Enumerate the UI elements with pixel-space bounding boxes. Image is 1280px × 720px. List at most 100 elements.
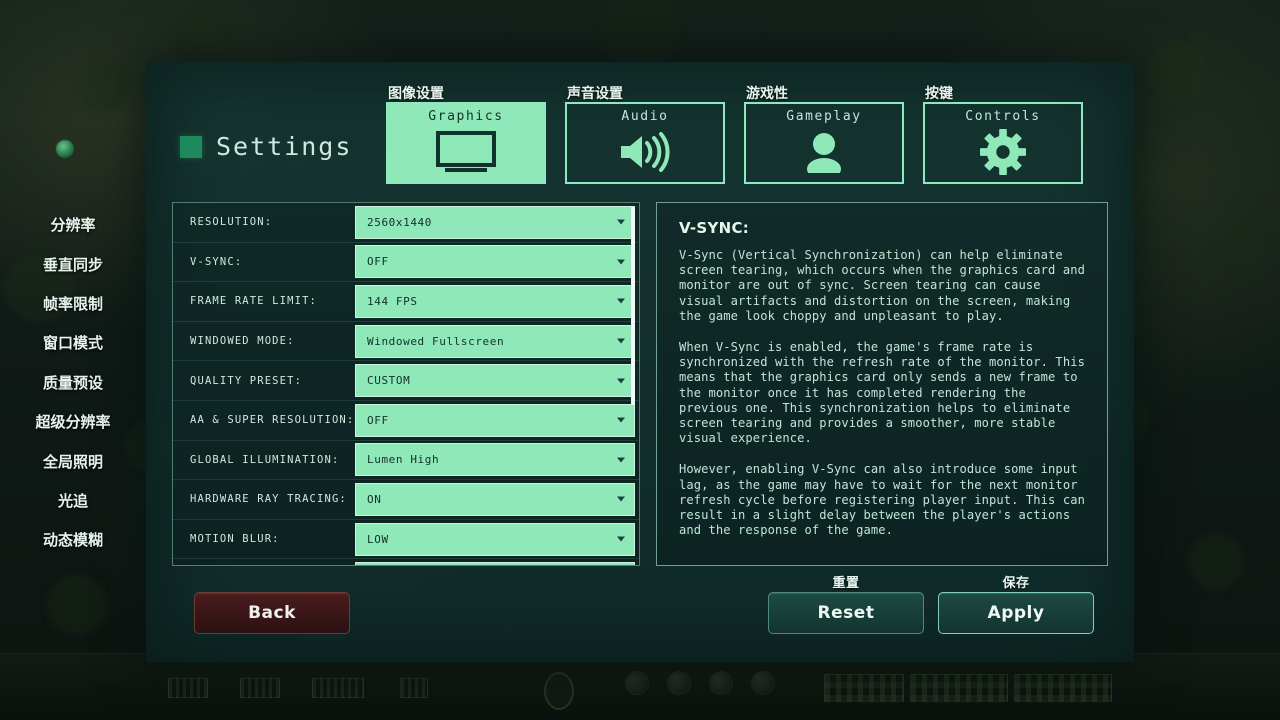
dropdown-frame-rate-limit[interactable]: 144 FPS (355, 284, 635, 318)
reset-button-label: Reset (817, 603, 875, 623)
chevron-down-icon (617, 457, 625, 463)
dropdown-aa-super-resolution[interactable]: OFF (355, 403, 635, 437)
dropdown-value: Lumen High (367, 453, 440, 467)
setting-row-aa-super-resolution[interactable]: AA & SUPER RESOLUTION: OFF (173, 401, 639, 441)
description-panel: V-SYNC: V-Sync (Vertical Synchronization… (656, 202, 1108, 566)
sidebar-cn-item: 窗口模式 (42, 334, 103, 353)
tab-controls[interactable]: 按键 Controls (923, 86, 1083, 184)
tab-audio[interactable]: 声音设置 Audio (565, 86, 725, 184)
setting-row-partial[interactable] (173, 559, 639, 565)
person-icon (801, 130, 847, 174)
square-icon (180, 135, 202, 158)
dropdown-value: 2560x1440 (367, 215, 433, 229)
page-title: Settings (180, 132, 352, 161)
dropdown-motion-blur[interactable]: LOW (355, 522, 635, 556)
dropdown-partial[interactable] (355, 562, 635, 565)
dropdown-value: ON (367, 492, 382, 506)
back-button-label: Back (248, 603, 296, 623)
description-paragraph: However, enabling V-Sync can also introd… (679, 462, 1085, 538)
vent-icon (400, 678, 428, 698)
sidebar-cn-item: 分辨率 (50, 216, 96, 235)
chevron-down-icon (617, 378, 625, 384)
dropdown-hardware-ray-tracing[interactable]: ON (355, 482, 635, 516)
dropdown-value: CUSTOM (367, 374, 411, 388)
dropdown-value: OFF (367, 413, 389, 427)
dropdown-value: 144 FPS (367, 294, 418, 308)
sidebar-cn-item: 光追 (57, 491, 88, 510)
chevron-down-icon (617, 496, 625, 502)
dropdown-windowed-mode[interactable]: Windowed Fullscreen (355, 324, 635, 358)
grill-icon (1014, 674, 1112, 702)
knob-icon (752, 672, 774, 694)
setting-label: V-SYNC: (190, 255, 243, 268)
speaker-icon (617, 130, 673, 174)
setting-row-frame-rate-limit[interactable]: FRAME RATE LIMIT: 144 FPS (173, 282, 639, 322)
sidebar-cn-labels: 分辨率 垂直同步 帧率限制 窗口模式 质量预设 超级分辨率 全局照明 光追 动态… (0, 205, 146, 560)
chevron-down-icon (617, 298, 625, 304)
description-paragraph: V-Sync (Vertical Synchronization) can he… (679, 248, 1085, 323)
sidebar-cn-item: 帧率限制 (42, 294, 103, 313)
setting-label: AA & SUPER RESOLUTION: (190, 414, 355, 427)
chevron-down-icon (617, 259, 625, 265)
background-machinery-strip (0, 653, 1280, 720)
settings-header: Settings 图像设置 Graphics 声音设置 Audio 游戏性 Ga… (146, 62, 1134, 194)
grill-icon (910, 674, 1008, 702)
dial-icon (544, 672, 574, 710)
tab-controls-cn: 按键 (925, 86, 953, 102)
grill-icon (824, 674, 904, 702)
setting-row-vsync[interactable]: V-SYNC: OFF (173, 243, 639, 283)
setting-label: WINDOWED MODE: (190, 335, 295, 348)
dropdown-value: LOW (367, 532, 389, 546)
chevron-down-icon (617, 219, 625, 225)
setting-row-motion-blur[interactable]: MOTION BLUR: LOW (173, 520, 639, 560)
setting-row-windowed-mode[interactable]: WINDOWED MODE: Windowed Fullscreen (173, 322, 639, 362)
tab-graphics-label: Graphics (428, 109, 504, 124)
tab-controls-label: Controls (965, 109, 1041, 124)
setting-label: MOTION BLUR: (190, 533, 280, 546)
tab-gameplay-label: Gameplay (786, 109, 862, 124)
tab-gameplay[interactable]: 游戏性 Gameplay (744, 86, 904, 184)
description-paragraph: When V-Sync is enabled, the game's frame… (679, 340, 1085, 446)
setting-row-global-illumination[interactable]: GLOBAL ILLUMINATION: Lumen High (173, 441, 639, 481)
knob-icon (668, 672, 690, 694)
sidebar-cn-item: 垂直同步 (42, 255, 103, 274)
chevron-down-icon (617, 417, 625, 423)
vent-icon (240, 678, 280, 698)
settings-list-panel: RESOLUTION: 2560x1440 V-SYNC: OFF FRAME … (172, 202, 640, 566)
apply-button-cn: 保存 (1002, 576, 1030, 591)
vent-icon (168, 678, 208, 698)
list-scrollbar[interactable] (631, 207, 635, 405)
dropdown-value: OFF (367, 255, 389, 269)
setting-row-resolution[interactable]: RESOLUTION: 2560x1440 (173, 203, 639, 243)
setting-label: GLOBAL ILLUMINATION: (190, 453, 340, 466)
reset-button[interactable]: 重置 Reset (768, 576, 924, 634)
setting-label: FRAME RATE LIMIT: (190, 295, 318, 308)
chevron-down-icon (617, 338, 625, 344)
setting-row-hardware-ray-tracing[interactable]: HARDWARE RAY TRACING: ON (173, 480, 639, 520)
settings-window: Settings 图像设置 Graphics 声音设置 Audio 游戏性 Ga… (146, 62, 1134, 662)
setting-label: QUALITY PRESET: (190, 374, 303, 387)
monitor-icon (435, 130, 497, 174)
setting-label: HARDWARE RAY TRACING: (190, 493, 347, 506)
chevron-down-icon (617, 536, 625, 542)
back-button[interactable]: Back (194, 592, 350, 634)
sidebar-cn-item: 超级分辨率 (35, 413, 111, 432)
tab-audio-cn: 声音设置 (567, 86, 623, 102)
apply-button-label: Apply (987, 603, 1045, 623)
tab-graphics-cn: 图像设置 (388, 86, 444, 102)
reset-button-cn: 重置 (832, 576, 860, 591)
knob-icon (710, 672, 732, 694)
apply-button[interactable]: 保存 Apply (938, 576, 1094, 634)
page-title-label: Settings (216, 132, 353, 161)
dropdown-global-illumination[interactable]: Lumen High (355, 443, 635, 477)
dropdown-value: Windowed Fullscreen (367, 334, 505, 348)
setting-row-quality-preset[interactable]: QUALITY PRESET: CUSTOM (173, 361, 639, 401)
tab-audio-label: Audio (621, 109, 669, 124)
dropdown-vsync[interactable]: OFF (355, 245, 635, 279)
vent-icon (312, 678, 364, 698)
setting-label: RESOLUTION: (190, 216, 273, 229)
dropdown-resolution[interactable]: 2560x1440 (355, 205, 635, 239)
tab-gameplay-cn: 游戏性 (746, 86, 788, 102)
dropdown-quality-preset[interactable]: CUSTOM (355, 364, 635, 398)
tab-graphics[interactable]: 图像设置 Graphics (386, 86, 546, 184)
